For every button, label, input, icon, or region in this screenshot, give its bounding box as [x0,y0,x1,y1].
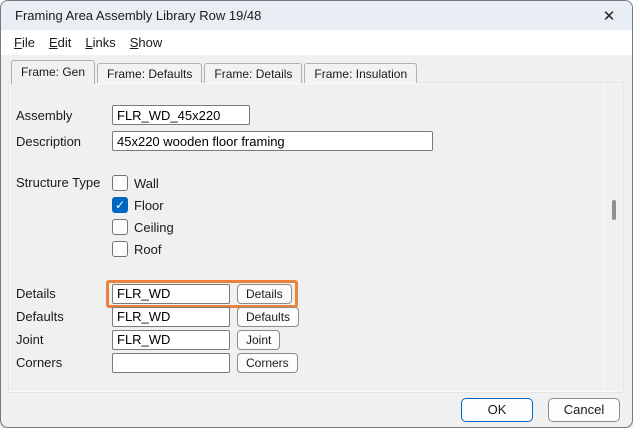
dialog-framing-assembly-library: Framing Area Assembly Library Row 19/48 … [0,0,633,428]
tab-page-frame-gen: Assembly Description Structure Type Wall… [9,83,622,392]
dialog-footer: OK Cancel [1,392,632,427]
ok-button[interactable]: OK [461,398,533,422]
ceiling-label: Ceiling [134,220,174,235]
defaults-row: Defaults Defaults [16,305,621,328]
window-title: Framing Area Assembly Library Row 19/48 [15,8,261,23]
wall-checkbox[interactable] [112,175,128,191]
details-input[interactable] [112,284,230,304]
wall-label: Wall [134,176,159,191]
tab-label: Frame: Defaults [107,67,192,81]
floor-label: Floor [134,198,164,213]
cancel-button[interactable]: Cancel [548,398,620,422]
checkbox-row-floor[interactable]: ✓ Floor [112,194,174,216]
details-row: Details Details [16,282,621,305]
check-icon: ✓ [115,199,125,211]
assembly-row: Assembly [16,104,621,126]
vertical-scrollbar[interactable] [604,84,621,391]
details-button[interactable]: Details [237,284,292,304]
scrollbar-thumb[interactable] [612,200,616,220]
menu-bar: File Edit Links Show [1,30,632,55]
description-row: Description [16,130,621,152]
defaults-label: Defaults [16,309,112,324]
details-label: Details [16,286,112,301]
tab-label: Frame: Insulation [314,67,407,81]
roof-label: Roof [134,242,161,257]
corners-row: Corners Corners [16,351,621,374]
defaults-input[interactable] [112,307,230,327]
description-input[interactable] [112,131,433,151]
menu-show[interactable]: Show [123,33,170,52]
title-bar: Framing Area Assembly Library Row 19/48 … [1,1,632,30]
link-rows: Details Details Defaults Defaults Joint … [16,282,621,374]
assembly-input[interactable] [112,105,250,125]
floor-checkbox[interactable]: ✓ [112,197,128,213]
description-label: Description [16,134,112,149]
joint-input[interactable] [112,330,230,350]
structure-type-group: Structure Type Wall ✓ Floor Ceiling [16,172,621,260]
tab-label: Frame: Gen [21,65,85,79]
tab-frame-insulation[interactable]: Frame: Insulation [304,63,417,83]
checkbox-row-ceiling[interactable]: Ceiling [112,216,174,238]
tab-frame-details[interactable]: Frame: Details [204,63,302,83]
tab-label: Frame: Details [214,67,292,81]
menu-links[interactable]: Links [78,33,122,52]
close-icon: ✕ [603,7,616,25]
structure-type-options: Wall ✓ Floor Ceiling Roof [112,172,174,260]
menu-file[interactable]: File [7,33,42,52]
checkbox-row-wall[interactable]: Wall [112,172,174,194]
tab-strip: Frame: Gen Frame: Defaults Frame: Detail… [1,59,632,83]
ceiling-checkbox[interactable] [112,219,128,235]
corners-field-group: Corners [106,349,304,377]
assembly-label: Assembly [16,108,112,123]
menu-edit[interactable]: Edit [42,33,78,52]
tab-frame-defaults[interactable]: Frame: Defaults [97,63,202,83]
corners-button[interactable]: Corners [237,353,298,373]
checkbox-row-roof[interactable]: Roof [112,238,174,260]
joint-row: Joint Joint [16,328,621,351]
close-button[interactable]: ✕ [586,1,632,30]
tab-frame-gen[interactable]: Frame: Gen [11,60,95,84]
corners-input[interactable] [112,353,230,373]
defaults-button[interactable]: Defaults [237,307,299,327]
roof-checkbox[interactable] [112,241,128,257]
structure-type-label: Structure Type [16,172,112,260]
joint-button[interactable]: Joint [237,330,280,350]
corners-label: Corners [16,355,112,370]
joint-label: Joint [16,332,112,347]
